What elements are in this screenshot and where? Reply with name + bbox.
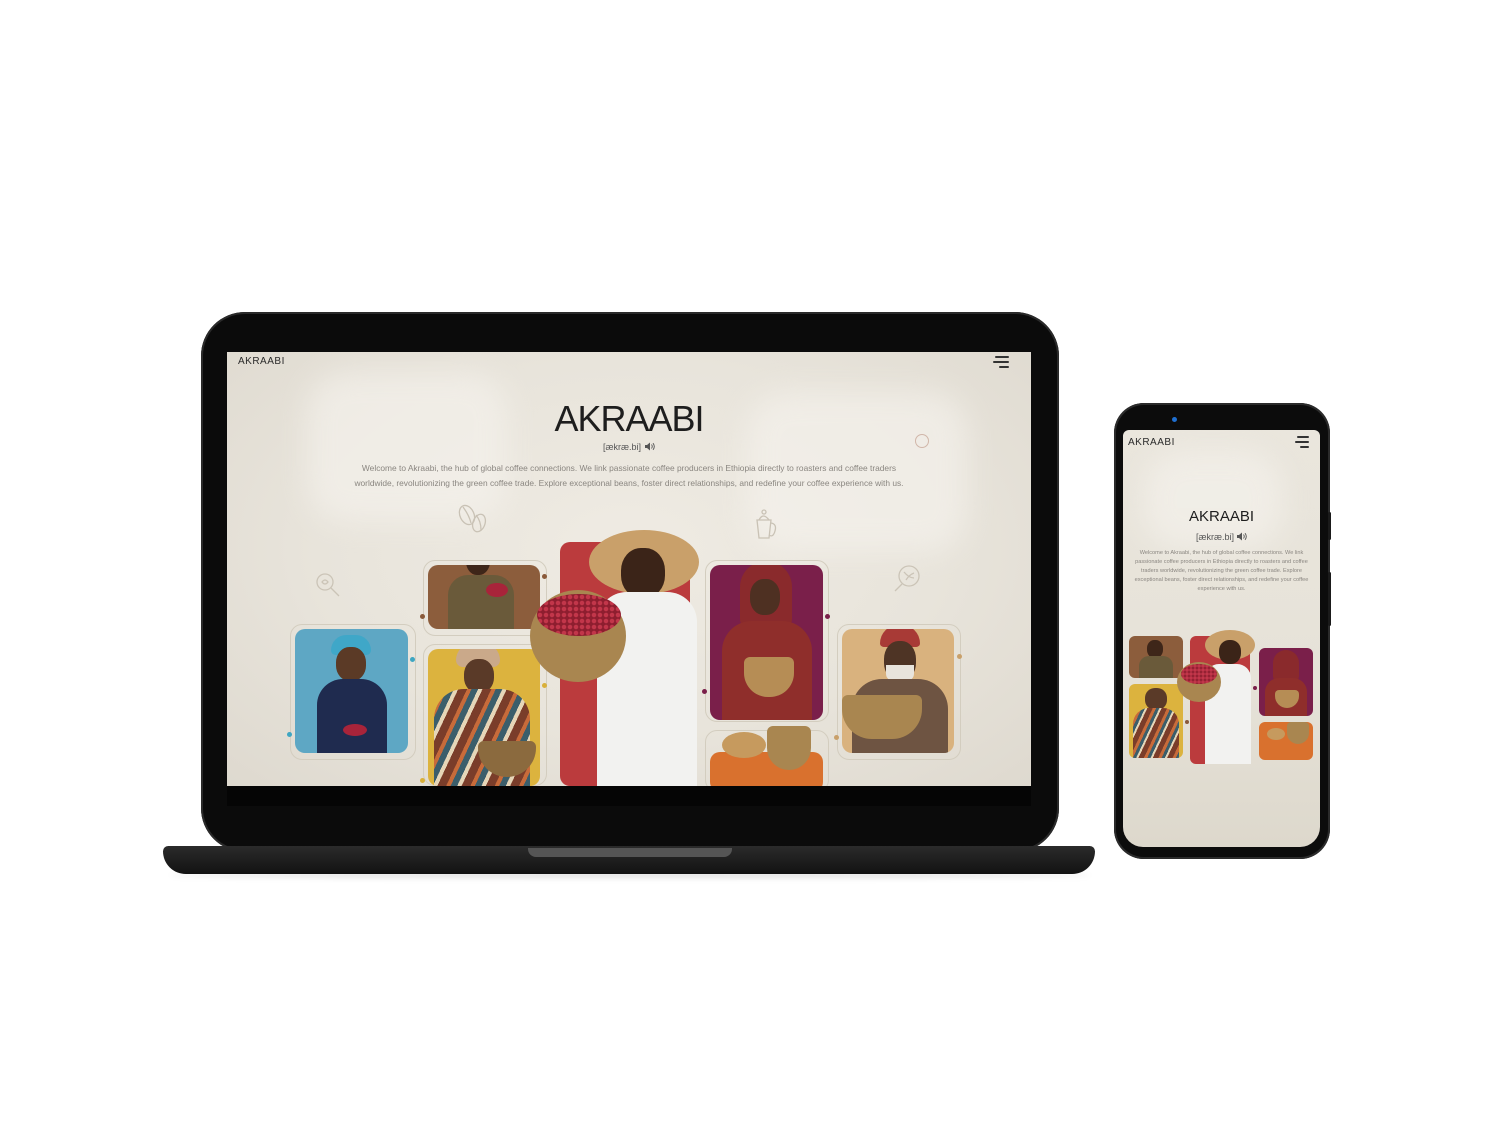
hoodie	[317, 679, 387, 753]
laptop-screen: AKRAABI AKRAABI [ækræ.bi] Welcome to Akr…	[227, 352, 1031, 786]
phonetic-text: [ækræ.bi]	[602, 442, 641, 452]
laptop-screen-chin	[227, 786, 1031, 806]
target-icon	[915, 434, 929, 448]
speaker-icon[interactable]	[1237, 528, 1247, 546]
site-logo[interactable]: AKRAABI	[238, 356, 285, 367]
farmer-photo-card[interactable]	[295, 629, 408, 753]
connector-dot	[542, 683, 547, 688]
jacket	[448, 575, 514, 629]
menu-icon[interactable]	[1295, 436, 1309, 448]
connector-dot	[410, 657, 415, 662]
phone-side-button	[1328, 512, 1331, 540]
connector-dot	[825, 614, 830, 619]
coffee-cherries	[1181, 664, 1217, 684]
connector-dot	[420, 778, 425, 783]
basket	[1287, 722, 1309, 744]
face	[336, 647, 366, 681]
basket	[842, 695, 922, 739]
farmer-photo-card[interactable]	[842, 629, 954, 753]
straw-hat	[1267, 728, 1285, 740]
farmer-photo-card[interactable]	[1129, 636, 1183, 678]
basket	[767, 726, 811, 770]
farmer-photo-card[interactable]	[1259, 722, 1313, 760]
connector-dot	[1253, 686, 1257, 690]
magnifier-icon	[891, 560, 925, 599]
coffee-bean-icon	[455, 502, 489, 541]
phone-screen: AKRAABI AKRAABI [ækræ.bi] Welcome to Akr…	[1123, 430, 1320, 847]
straw-hat	[722, 732, 766, 758]
connector-dot	[1185, 720, 1189, 724]
farmer-photo-card[interactable]	[428, 565, 540, 629]
laptop-hinge-notch	[528, 848, 732, 857]
coffee-cherries	[486, 583, 508, 597]
phone-camera	[1172, 417, 1177, 422]
face	[1219, 640, 1241, 664]
pronunciation: [ækræ.bi]	[227, 438, 1031, 456]
farmer-photo-card[interactable]	[1129, 684, 1183, 758]
connector-dot	[834, 735, 839, 740]
farmer-photo-card[interactable]	[1259, 648, 1313, 716]
pronunciation: [ækræ.bi]	[1123, 528, 1320, 546]
hero-intro: Welcome to Akraabi, the hub of global co…	[1134, 550, 1309, 592]
hero-title: AKRAABI	[1188, 508, 1255, 525]
coffee-cherries	[343, 724, 367, 736]
connector-dot	[420, 614, 425, 619]
coffee-cherries	[537, 594, 621, 636]
shawl	[1133, 708, 1179, 758]
face	[750, 579, 780, 615]
face	[621, 548, 665, 598]
hero-intro: Welcome to Akraabi, the hub of global co…	[354, 463, 904, 488]
phone-side-button	[1328, 572, 1331, 626]
connector-dot	[957, 654, 962, 659]
connector-dot	[542, 574, 547, 579]
jacket	[1139, 656, 1173, 678]
farmer-photo-card[interactable]	[710, 565, 823, 720]
speaker-icon[interactable]	[645, 438, 655, 456]
face	[464, 659, 494, 693]
magnifier-icon	[313, 570, 343, 605]
face	[466, 565, 490, 575]
menu-icon[interactable]	[993, 356, 1009, 368]
face	[1145, 688, 1167, 710]
phonetic-text: [ækræ.bi]	[1195, 532, 1234, 542]
connector-dot	[702, 689, 707, 694]
connector-dot	[287, 732, 292, 737]
site-logo[interactable]: AKRAABI	[1128, 437, 1175, 448]
coffee-pot-icon	[749, 508, 781, 547]
hero-title: AKRAABI	[554, 398, 704, 439]
farmer-photo-card[interactable]	[428, 649, 540, 786]
